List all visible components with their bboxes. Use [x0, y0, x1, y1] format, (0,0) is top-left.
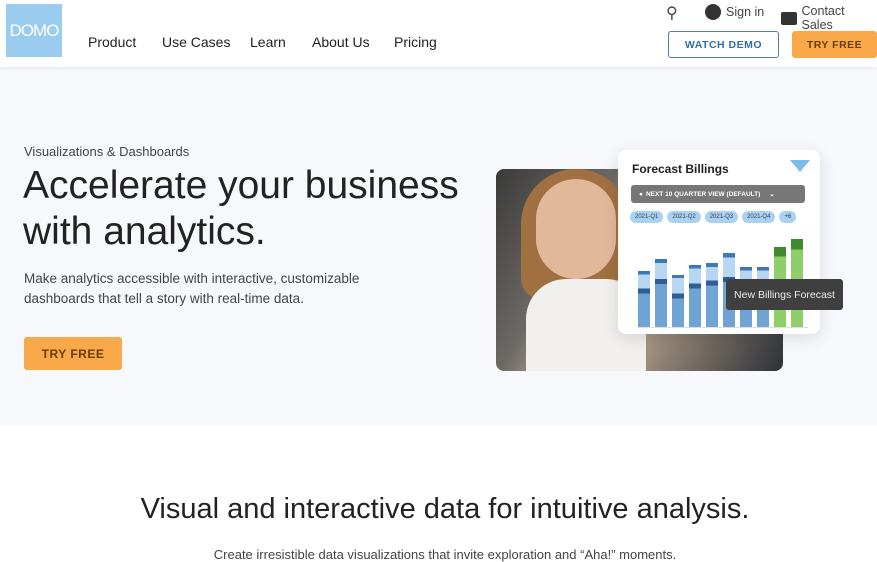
domo-logo[interactable]: DOMO: [6, 4, 62, 57]
view-dropdown[interactable]: ● NEXT 10 QUARTER VIEW (DEFAULT) ⌄: [631, 185, 805, 203]
section-title: Visual and interactive data for intuitiv…: [140, 493, 750, 525]
chip[interactable]: 2021-Q2: [667, 211, 701, 223]
watch-demo-button[interactable]: WATCH DEMO: [668, 31, 779, 58]
nav-learn[interactable]: Learn: [250, 34, 286, 50]
card-title: Forecast Billings: [632, 162, 729, 176]
photo-face: [536, 179, 616, 279]
sign-in-link[interactable]: Sign in: [705, 4, 764, 20]
header: DOMO Product Use Cases Learn About Us Pr…: [0, 0, 877, 67]
nav-pricing[interactable]: Pricing: [394, 34, 437, 50]
nav-use-cases[interactable]: Use Cases: [162, 34, 230, 50]
chevron-down-icon: ⌄: [769, 191, 775, 198]
nav-product[interactable]: Product: [88, 34, 136, 50]
chart-bar: [672, 275, 684, 327]
try-free-hero-button[interactable]: TRY FREE: [24, 337, 122, 370]
chip[interactable]: 2021-Q4: [742, 211, 776, 223]
chart-tooltip: New Billings Forecast: [726, 279, 843, 310]
chart-bar: [689, 264, 701, 327]
quarter-chips: 2021-Q1 2021-Q2 2021-Q3 2021-Q4 +6: [630, 211, 797, 223]
chat-icon: [781, 11, 797, 25]
section-subtitle: Create irresistible data visualizations …: [213, 547, 677, 562]
chip[interactable]: 2021-Q1: [630, 211, 664, 223]
contact-sales-link[interactable]: Contact Sales: [781, 4, 877, 32]
chip[interactable]: +6: [779, 211, 797, 223]
search-icon[interactable]: ⚲: [666, 3, 678, 23]
contact-sales-label: Contact Sales: [801, 4, 845, 32]
hero-subtitle: Make analytics accessible with interacti…: [24, 271, 360, 306]
chip[interactable]: 2021-Q3: [704, 211, 739, 223]
chart-bar: [655, 259, 667, 327]
try-free-header-button[interactable]: TRY FREE: [792, 31, 877, 58]
hero-title: Accelerate your business with analytics.: [23, 164, 459, 253]
hero-eyebrow: Visualizations & Dashboards: [24, 144, 190, 159]
filter-icon[interactable]: [790, 160, 810, 172]
globe-icon: ●: [639, 190, 643, 198]
chart-bar: [706, 263, 718, 327]
user-icon: [705, 4, 721, 20]
view-label: NEXT 10 QUARTER VIEW (DEFAULT): [645, 190, 761, 198]
chart-bar: [638, 271, 650, 327]
nav-about-us[interactable]: About Us: [312, 34, 370, 50]
sign-in-label: Sign in: [726, 5, 765, 19]
